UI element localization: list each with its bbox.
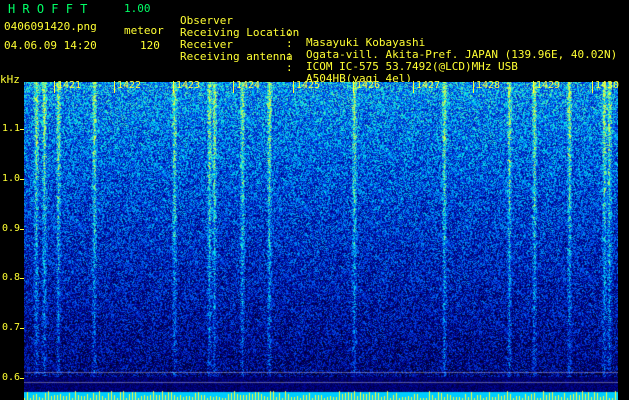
meta-key: Receiving antenna bbox=[180, 50, 293, 63]
meta-separator: : bbox=[286, 37, 293, 50]
freq-tick-label: 0.8 bbox=[2, 272, 21, 283]
time-tick bbox=[173, 81, 174, 93]
time-label: 1424 bbox=[236, 80, 261, 91]
freq-unit-label: kHz bbox=[0, 73, 20, 86]
time-tick bbox=[413, 81, 414, 93]
time-tick bbox=[592, 81, 593, 93]
spectrogram-panel bbox=[24, 82, 618, 400]
time-tick bbox=[473, 81, 474, 93]
hrofft-window: HROFFT 1.00 0406091420.png meteor 04.06.… bbox=[0, 0, 629, 400]
freq-tick-label: 0.9 bbox=[2, 223, 21, 234]
meta-value: Ogata-vill. Akita-Pref. JAPAN (139.96E, … bbox=[306, 48, 618, 61]
time-tick bbox=[114, 81, 115, 93]
time-tick bbox=[293, 81, 294, 93]
app-version: 1.00 bbox=[124, 2, 151, 15]
freq-tick-label: 1.1 bbox=[2, 123, 21, 134]
freq-tick-label: 1.0 bbox=[2, 173, 21, 184]
mode-label: meteor bbox=[124, 24, 164, 37]
meta-value: ICOM IC-575 53.7492(@LCD)MHz USB bbox=[306, 60, 518, 73]
time-label: 1430 bbox=[595, 80, 620, 91]
time-label: 1421 bbox=[57, 80, 82, 91]
time-tick bbox=[233, 81, 234, 93]
time-label: 1426 bbox=[356, 80, 381, 91]
time-tick bbox=[54, 81, 55, 93]
time-tick bbox=[533, 81, 534, 93]
time-label: 1429 bbox=[536, 80, 561, 91]
filename-label: 0406091420.png bbox=[4, 20, 97, 33]
time-tick bbox=[353, 81, 354, 93]
time-label: 1427 bbox=[416, 80, 441, 91]
count-label: 120 bbox=[140, 39, 160, 52]
time-label: 1428 bbox=[476, 80, 501, 91]
freq-tick-label: 0.7 bbox=[2, 322, 21, 333]
spectrogram-canvas bbox=[24, 82, 618, 400]
time-label: 1422 bbox=[117, 80, 142, 91]
time-label: 1423 bbox=[176, 80, 201, 91]
time-label: 1425 bbox=[296, 80, 321, 91]
freq-tick-label: 0.6 bbox=[2, 372, 21, 383]
meta-separator: : bbox=[286, 61, 293, 74]
meta-value: Masayuki Kobayashi bbox=[306, 36, 426, 49]
app-title: HROFFT bbox=[8, 2, 95, 16]
timestamp-label: 04.06.09 14:20 bbox=[4, 39, 97, 52]
